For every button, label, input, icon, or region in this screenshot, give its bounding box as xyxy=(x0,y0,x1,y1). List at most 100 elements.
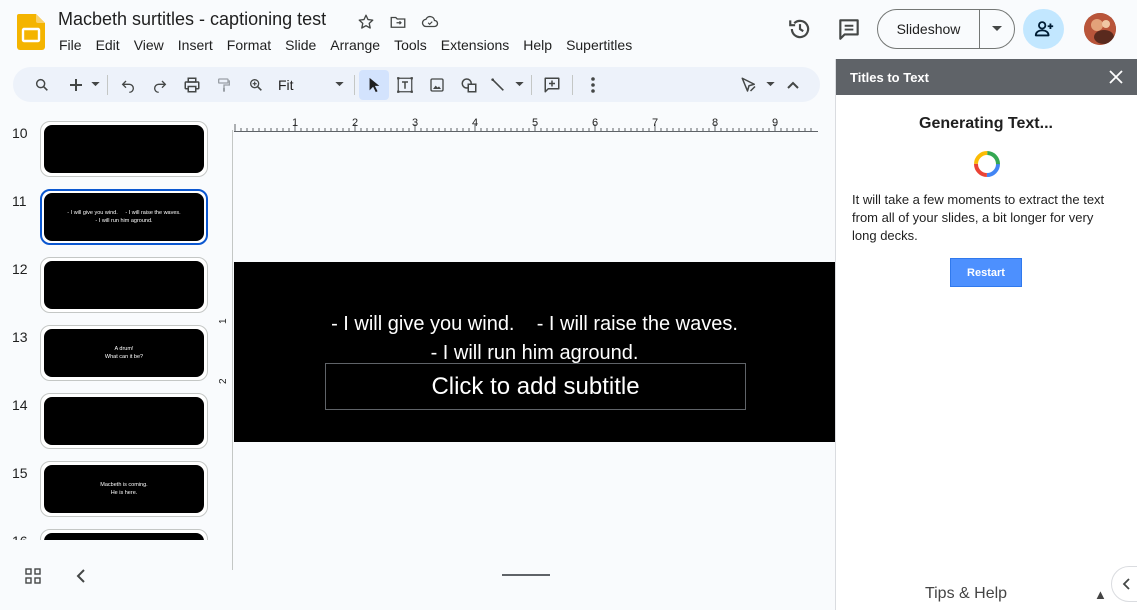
slide-thumbnail-row[interactable]: 12 xyxy=(0,257,220,317)
slides-logo-icon[interactable] xyxy=(17,14,45,50)
slide-thumbnail[interactable]: Macbeth is coming. He is here. xyxy=(40,461,208,517)
text-box-icon[interactable] xyxy=(389,72,421,98)
speaker-notes-handle[interactable] xyxy=(502,574,550,576)
insert-image-icon[interactable] xyxy=(421,72,453,98)
menu-bar: File Edit View Insert Format Slide Arran… xyxy=(52,36,639,54)
slide-thumbnail-row[interactable]: 13 A drum! What can it be? xyxy=(0,325,220,385)
ruler-label: 1 xyxy=(218,318,229,324)
new-slide-icon[interactable] xyxy=(65,72,87,98)
menu-view[interactable]: View xyxy=(127,36,171,54)
thumbnail-text-line: - I will give you wind. - I will raise t… xyxy=(67,210,181,216)
avatar-photo-icon xyxy=(1084,13,1116,45)
menu-help[interactable]: Help xyxy=(516,36,559,54)
addon-side-panel: Titles to Text Generating Text... It wil… xyxy=(835,59,1137,610)
status-heading: Generating Text... xyxy=(919,115,1053,132)
print-icon[interactable] xyxy=(176,72,208,98)
menu-arrange[interactable]: Arrange xyxy=(323,36,387,54)
editing-mode-icon[interactable] xyxy=(736,72,762,98)
slide-number: 16 xyxy=(12,533,32,540)
editing-mode-caret-icon[interactable] xyxy=(762,72,778,98)
tips-expand-icon[interactable]: ▲ xyxy=(1094,587,1107,602)
ruler-label: 2 xyxy=(218,378,229,384)
slide-thumbnail[interactable] xyxy=(40,529,208,540)
slide-thumbnail-row[interactable]: 16 xyxy=(0,529,220,540)
paint-format-icon[interactable] xyxy=(208,72,240,98)
search-menus-icon[interactable] xyxy=(25,72,59,98)
toolbar-divider xyxy=(572,74,573,95)
ruler-label: 8 xyxy=(712,117,718,129)
slide-thumbnail-row[interactable]: 14 xyxy=(0,393,220,453)
menu-insert[interactable]: Insert xyxy=(171,36,220,54)
slide-thumbnail[interactable] xyxy=(40,393,208,449)
slideshow-button[interactable]: Slideshow xyxy=(878,10,980,48)
thumbnail-text-line: What can it be? xyxy=(104,354,144,360)
status-message: It will take a few moments to extract th… xyxy=(852,192,1105,243)
main-toolbar: Fit xyxy=(13,67,820,102)
select-tool-icon[interactable] xyxy=(359,69,389,100)
ruler-label: 9 xyxy=(772,117,778,129)
menu-supertitles[interactable]: Supertitles xyxy=(559,36,639,54)
slide-thumbnail-content xyxy=(44,261,204,309)
comments-icon[interactable] xyxy=(836,16,862,42)
caret-down-icon xyxy=(992,26,1002,31)
share-button[interactable] xyxy=(1023,9,1064,49)
zoom-select[interactable]: Fit xyxy=(272,72,350,98)
move-folder-icon[interactable] xyxy=(387,11,409,33)
close-icon[interactable] xyxy=(1107,68,1125,86)
line-tool-icon[interactable] xyxy=(485,72,511,98)
more-options-icon[interactable] xyxy=(577,72,609,98)
line-tool-caret-icon[interactable] xyxy=(511,72,527,98)
slide-thumbnail-content xyxy=(44,533,204,540)
zoom-icon[interactable] xyxy=(240,72,272,98)
slide-title-text[interactable]: - I will give you wind. - I will raise t… xyxy=(234,310,835,368)
new-slide-layout-caret-icon[interactable] xyxy=(87,72,103,98)
account-avatar[interactable] xyxy=(1084,13,1116,45)
version-history-icon[interactable] xyxy=(787,16,813,42)
add-person-icon xyxy=(1034,21,1053,37)
toolbar-divider xyxy=(354,74,355,95)
grid-view-icon[interactable] xyxy=(25,568,41,584)
ruler-label: 5 xyxy=(532,117,538,129)
menu-tools[interactable]: Tools xyxy=(387,36,434,54)
slide-number: 10 xyxy=(12,125,28,141)
horizontal-ruler: 1 2 3 4 5 6 7 8 9 xyxy=(234,117,818,132)
thumbnail-text-line: A drum! xyxy=(114,346,134,352)
slide-number: 12 xyxy=(12,261,28,277)
menu-extensions[interactable]: Extensions xyxy=(434,36,516,54)
menu-edit[interactable]: Edit xyxy=(89,36,127,54)
slide-thumbnail-row[interactable]: 10 xyxy=(0,121,220,181)
current-slide[interactable]: - I will give you wind. - I will raise t… xyxy=(234,262,835,442)
subtitle-placeholder[interactable]: Click to add subtitle xyxy=(325,363,746,410)
side-panel-title: Titles to Text xyxy=(850,69,929,85)
slide-thumbnail[interactable] xyxy=(40,121,208,177)
redo-icon[interactable] xyxy=(144,72,176,98)
slideshow-options-button[interactable] xyxy=(980,10,1014,48)
restart-button[interactable]: Restart xyxy=(950,258,1022,287)
collapse-menus-icon[interactable] xyxy=(778,72,808,98)
document-title[interactable]: Macbeth surtitles - captioning test xyxy=(58,9,326,30)
slide-number: 11 xyxy=(12,193,27,209)
slide-thumbnail-row[interactable]: 15 Macbeth is coming. He is here. xyxy=(0,461,220,521)
slideshow-button-group: Slideshow xyxy=(877,9,1015,49)
toolbar-divider xyxy=(531,74,532,95)
menu-slide[interactable]: Slide xyxy=(278,36,323,54)
menu-file[interactable]: File xyxy=(52,36,89,54)
collapse-filmstrip-icon[interactable] xyxy=(76,569,86,583)
side-panel-header: Titles to Text xyxy=(836,59,1137,95)
slide-thumbnail[interactable]: A drum! What can it be? xyxy=(40,325,208,381)
add-comment-icon[interactable] xyxy=(536,72,568,98)
undo-icon[interactable] xyxy=(112,72,144,98)
cloud-status-icon[interactable] xyxy=(419,11,441,33)
slide-thumbnail-content: Macbeth is coming. He is here. xyxy=(44,465,204,513)
slide-thumbnail-row[interactable]: 11 - I will give you wind. - I will rais… xyxy=(0,189,220,249)
vertical-ruler: 1 2 xyxy=(218,318,229,384)
slide-thumbnail[interactable] xyxy=(40,257,208,313)
tips-and-help-link[interactable]: Tips & Help xyxy=(836,585,1096,603)
slide-number: 13 xyxy=(12,329,28,345)
thumbnail-text-line: Macbeth is coming. xyxy=(100,482,148,488)
star-icon[interactable] xyxy=(355,11,377,33)
shape-icon[interactable] xyxy=(453,72,485,98)
slide-thumbnail-selected[interactable]: - I will give you wind. - I will raise t… xyxy=(40,189,208,245)
menu-format[interactable]: Format xyxy=(220,36,278,54)
slide-title-line: - I will give you wind. - I will raise t… xyxy=(331,313,738,335)
